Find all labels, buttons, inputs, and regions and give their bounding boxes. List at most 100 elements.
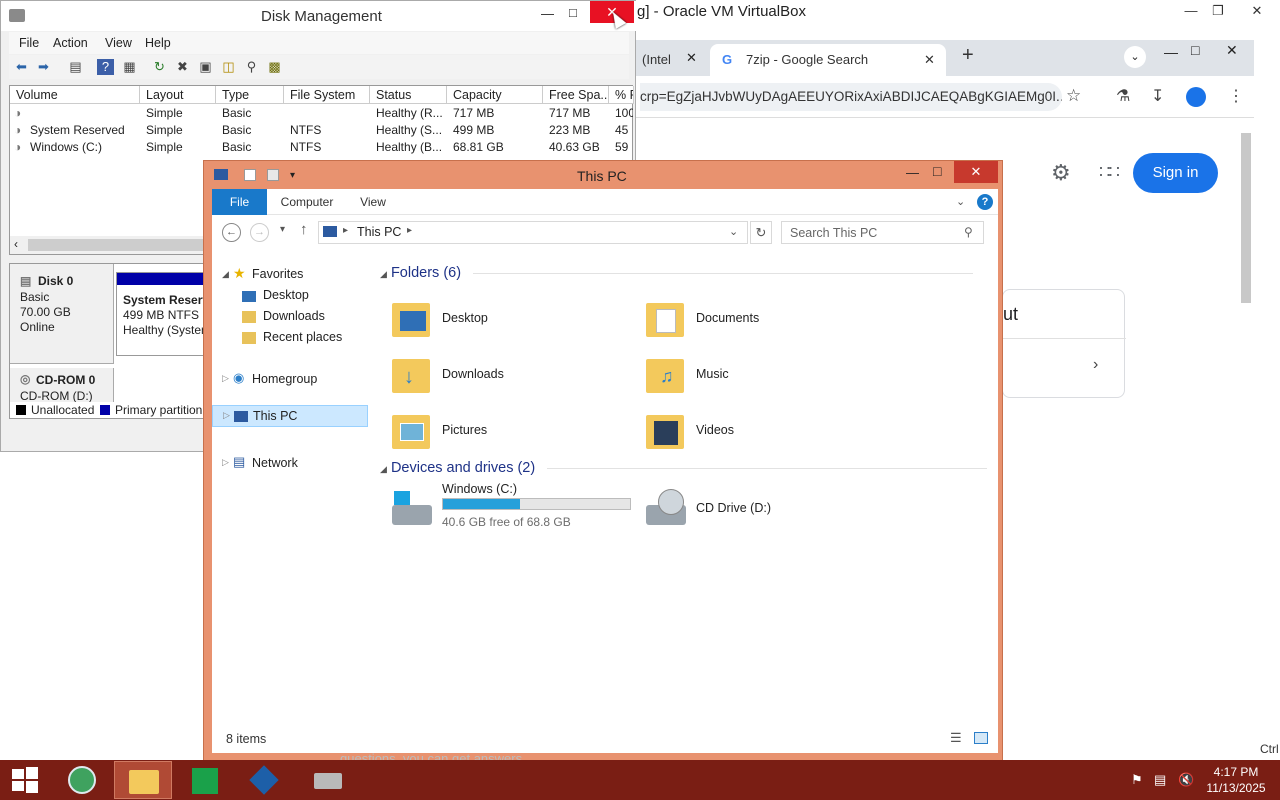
bookmark-star-icon[interactable]: ☆ bbox=[1066, 86, 1081, 106]
folder-item-documents[interactable]: Documents bbox=[644, 293, 874, 345]
vb-minimize-button[interactable]: — bbox=[1177, 0, 1205, 24]
chrome-close-icon[interactable]: ✕ bbox=[1226, 42, 1238, 59]
taskbar-virtualbox-button[interactable] bbox=[236, 761, 294, 799]
dm-maximize-button[interactable]: □ bbox=[569, 5, 577, 20]
drives-group-header[interactable]: ◢ Devices and drives (2) bbox=[380, 460, 988, 476]
menu-view[interactable]: View bbox=[105, 36, 132, 50]
vb-close-button[interactable]: ✕ bbox=[1240, 0, 1274, 24]
menu-help[interactable]: Help bbox=[145, 36, 171, 50]
details-view-icon[interactable]: ☰ bbox=[950, 730, 962, 746]
col-percent[interactable]: % F bbox=[609, 86, 634, 104]
chevron-right-icon[interactable]: › bbox=[1093, 356, 1098, 374]
col-status[interactable]: Status bbox=[370, 86, 447, 104]
profile-avatar-icon[interactable] bbox=[1186, 87, 1206, 107]
col-volume[interactable]: Volume bbox=[10, 86, 140, 104]
forward-icon[interactable]: → bbox=[250, 223, 269, 242]
collapse-arrow-icon[interactable]: ◢ bbox=[380, 269, 387, 279]
col-capacity[interactable]: Capacity bbox=[447, 86, 543, 104]
address-box[interactable]: ▸ This PC ▸ ⌄ bbox=[318, 221, 748, 244]
back-arrow-icon[interactable]: ⬅ bbox=[13, 59, 30, 75]
folder-item-music[interactable]: ♫ Music bbox=[644, 349, 874, 401]
address-dropdown-icon[interactable]: ⌄ bbox=[729, 225, 738, 238]
folder-item-downloads[interactable]: ↓ Downloads bbox=[390, 349, 620, 401]
col-filesystem[interactable]: File System bbox=[284, 86, 370, 104]
forward-arrow-icon[interactable]: ➡ bbox=[35, 59, 52, 75]
action-center-flag-icon[interactable]: ⚑ bbox=[1131, 772, 1143, 788]
nav-network[interactable]: Network bbox=[252, 456, 298, 470]
apps-grid-icon[interactable]: ∷∷ bbox=[1099, 162, 1120, 183]
search-icon[interactable]: ⚲ bbox=[243, 59, 260, 75]
tab-file[interactable]: File bbox=[212, 189, 267, 215]
info-card[interactable]: ut › bbox=[1002, 289, 1126, 398]
network-tray-icon[interactable]: ▤ bbox=[1154, 772, 1166, 788]
col-layout[interactable]: Layout bbox=[140, 86, 216, 104]
close-tab-icon[interactable]: ✕ bbox=[686, 50, 697, 66]
nav-favorites[interactable]: Favorites bbox=[252, 267, 303, 281]
volume-icon[interactable]: ▩ bbox=[266, 59, 283, 75]
search-icon[interactable]: ⚲ bbox=[964, 225, 973, 239]
start-button[interactable] bbox=[0, 761, 50, 799]
console-tree-icon[interactable]: ▤ bbox=[67, 59, 84, 75]
folders-group-header[interactable]: ◢ Folders (6) bbox=[380, 265, 974, 281]
labs-flask-icon[interactable]: ⚗ bbox=[1116, 86, 1130, 106]
chrome-maximize-icon[interactable]: □ bbox=[1191, 42, 1199, 58]
menu-file[interactable]: File bbox=[19, 36, 39, 50]
page-scrollbar[interactable] bbox=[1241, 133, 1251, 303]
taskbar-store-button[interactable] bbox=[176, 761, 234, 799]
refresh-icon[interactable]: ↻ bbox=[151, 59, 168, 75]
nav-downloads[interactable]: Downloads bbox=[263, 309, 325, 323]
new-tab-icon[interactable]: + bbox=[962, 44, 974, 67]
taskbar-ie-button[interactable] bbox=[54, 761, 112, 799]
table-row[interactable]: ◑ System Reserved Simple Basic NTFS Heal… bbox=[10, 122, 632, 139]
collapse-arrow-icon[interactable]: ◢ bbox=[380, 464, 387, 474]
chrome-menu-icon[interactable]: ⋮ bbox=[1228, 86, 1244, 106]
search-box[interactable]: Search This PC ⚲ bbox=[781, 221, 984, 244]
settings-gear-icon[interactable]: ⚙ bbox=[1051, 160, 1071, 186]
new-folder-quick-icon[interactable] bbox=[267, 169, 279, 181]
chrome-minimize-icon[interactable]: — bbox=[1164, 44, 1178, 60]
folder-item-pictures[interactable]: Pictures bbox=[390, 405, 620, 457]
dm-minimize-button[interactable]: — bbox=[541, 6, 554, 21]
folder-item-videos[interactable]: Videos bbox=[644, 405, 874, 457]
expand-arrow-icon[interactable]: ▷ bbox=[222, 457, 229, 468]
menu-action[interactable]: Action bbox=[53, 36, 88, 50]
expand-arrow-icon[interactable]: ▷ bbox=[222, 373, 229, 384]
nav-this-pc[interactable]: This PC bbox=[253, 409, 297, 423]
help-icon[interactable]: ? bbox=[977, 194, 993, 210]
sign-in-button[interactable]: Sign in bbox=[1133, 153, 1218, 193]
scroll-thumb[interactable] bbox=[28, 239, 208, 251]
up-arrow-icon[interactable]: ↑ bbox=[300, 221, 308, 238]
cdrom-info[interactable]: ◎ CD-ROM 0 CD-ROM (D:) bbox=[10, 368, 114, 403]
properties-icon[interactable]: ▦ bbox=[121, 59, 138, 75]
tab-computer[interactable]: Computer bbox=[272, 189, 342, 215]
nav-this-pc-row[interactable]: ▷ This PC bbox=[212, 405, 368, 427]
drive-item-d[interactable]: CD Drive (D:) bbox=[644, 483, 874, 535]
disk0-info[interactable]: ▤ Disk 0 Basic 70.00 GB Online bbox=[10, 264, 114, 364]
col-type[interactable]: Type bbox=[216, 86, 284, 104]
clock[interactable]: 4:17 PM 11/13/2025 bbox=[1200, 764, 1272, 796]
scroll-left-icon[interactable]: ‹ bbox=[14, 237, 18, 251]
open-folder-icon[interactable]: ◫ bbox=[220, 59, 237, 75]
quick-access-dropdown-icon[interactable]: ▾ bbox=[290, 170, 295, 181]
expand-arrow-icon[interactable]: ▷ bbox=[223, 410, 230, 421]
tab-view[interactable]: View bbox=[350, 189, 396, 215]
folder-item-desktop[interactable]: Desktop bbox=[390, 293, 620, 345]
recent-locations-icon[interactable]: ▾ bbox=[280, 224, 285, 235]
address-bar[interactable]: crp=EgZjaHJvbWUyDAgAEEUYORixAxiABDIJCAEQ… bbox=[640, 83, 1062, 111]
taskbar-explorer-button[interactable] bbox=[114, 761, 172, 799]
drive-item-c[interactable]: Windows (C:) 40.6 GB free of 68.8 GB bbox=[390, 482, 640, 535]
expand-ribbon-icon[interactable]: ⌄ bbox=[956, 195, 965, 208]
large-icons-view-icon[interactable] bbox=[974, 732, 988, 744]
explorer-maximize-button[interactable]: □ bbox=[933, 163, 941, 179]
explorer-close-button[interactable]: ✕ bbox=[954, 161, 998, 183]
taskbar-disk-mgmt-button[interactable] bbox=[298, 761, 356, 799]
close-tab-icon[interactable]: ✕ bbox=[924, 44, 935, 76]
tab-search-icon[interactable]: ⌄ bbox=[1124, 46, 1146, 68]
nav-desktop[interactable]: Desktop bbox=[263, 288, 309, 302]
volume-muted-icon[interactable]: 🔇 bbox=[1178, 772, 1194, 788]
partition-system-reserved[interactable]: System Reserv 499 MB NTFS Healthy (Syste… bbox=[116, 272, 209, 356]
table-row[interactable]: ◑ Windows (C:) Simple Basic NTFS Healthy… bbox=[10, 139, 632, 156]
refresh-icon[interactable]: ↻ bbox=[750, 221, 772, 244]
chrome-tab-active[interactable]: G 7zip - Google Search ✕ bbox=[710, 44, 946, 76]
properties-quick-icon[interactable] bbox=[244, 169, 256, 181]
